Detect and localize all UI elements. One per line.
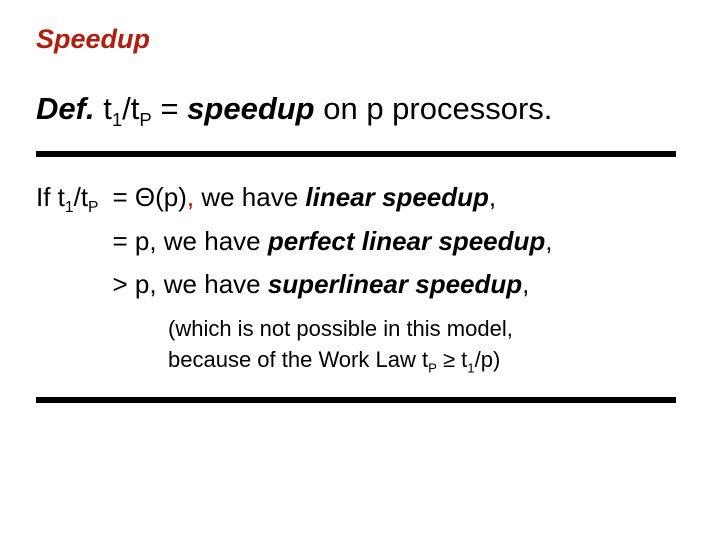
cases-pre-3: we have <box>157 269 268 299</box>
def-sub-1: 1 <box>112 109 122 130</box>
cases-op-2: = p, <box>112 226 156 256</box>
def-slash-t: /t <box>122 91 139 126</box>
slide: Speedup Def. t1/tP = speedup on p proces… <box>0 0 720 540</box>
note-line2-pre: because of the Work Law t <box>168 347 428 372</box>
cases-term-3: superlinear speedup <box>268 269 522 299</box>
note-line2-tail: /p) <box>475 347 501 372</box>
definition-line: Def. t1/tP = speedup on p processors. <box>36 91 684 127</box>
def-speedup-word: speedup <box>187 91 314 126</box>
cases-prefix-cell: If t1/tP <box>36 177 112 221</box>
cases-pre-1: we have <box>194 182 305 212</box>
cases-prefix-subp: P <box>88 199 98 216</box>
def-eq: = <box>160 91 187 126</box>
slide-title: Speedup <box>36 24 684 55</box>
cases-table: If t1/tP = Θ(p), we have linear speedup,… <box>36 177 553 308</box>
cases-prefix: If t <box>36 182 65 212</box>
def-t1-t: t <box>103 91 112 126</box>
cases-term-1: linear speedup <box>305 182 489 212</box>
cases-post-1: , <box>489 182 496 212</box>
cases-right-1: = Θ(p), we have linear speedup, <box>112 177 552 221</box>
cases-op-1: = Θ(p) <box>112 182 186 212</box>
note-sub-p: P <box>428 360 437 375</box>
cases-right-2: = p, we have perfect linear speedup, <box>112 221 552 265</box>
divider-bottom <box>36 397 676 403</box>
cases-empty-left-3 <box>36 264 112 308</box>
note-block: (which is not possible in this model, be… <box>168 314 638 376</box>
note-line2-mid: ≥ t <box>437 347 467 372</box>
cases-block: If t1/tP = Θ(p), we have linear speedup,… <box>36 177 684 375</box>
cases-pre-2: we have <box>157 226 268 256</box>
cases-row-2: = p, we have perfect linear speedup, <box>36 221 553 265</box>
cases-empty-left-2 <box>36 221 112 265</box>
def-tail: on p processors. <box>315 91 553 126</box>
cases-op-3: > p, <box>112 269 156 299</box>
cases-prefix-mid: /t <box>74 182 88 212</box>
cases-prefix-sub1: 1 <box>65 199 74 216</box>
cases-row-3: > p, we have superlinear speedup, <box>36 264 553 308</box>
cases-term-2: perfect linear speedup <box>268 226 545 256</box>
note-line1: (which is not possible in this model, <box>168 316 513 341</box>
cases-row-1: If t1/tP = Θ(p), we have linear speedup, <box>36 177 553 221</box>
cases-right-3: > p, we have superlinear speedup, <box>112 264 552 308</box>
divider-top <box>36 151 676 157</box>
def-label: Def. <box>36 91 95 126</box>
cases-post-3: , <box>522 269 529 299</box>
cases-post-2: , <box>545 226 552 256</box>
def-sub-p: P <box>139 109 151 130</box>
def-lhs: t1/tP <box>103 91 160 126</box>
note-sub-1: 1 <box>467 360 474 375</box>
